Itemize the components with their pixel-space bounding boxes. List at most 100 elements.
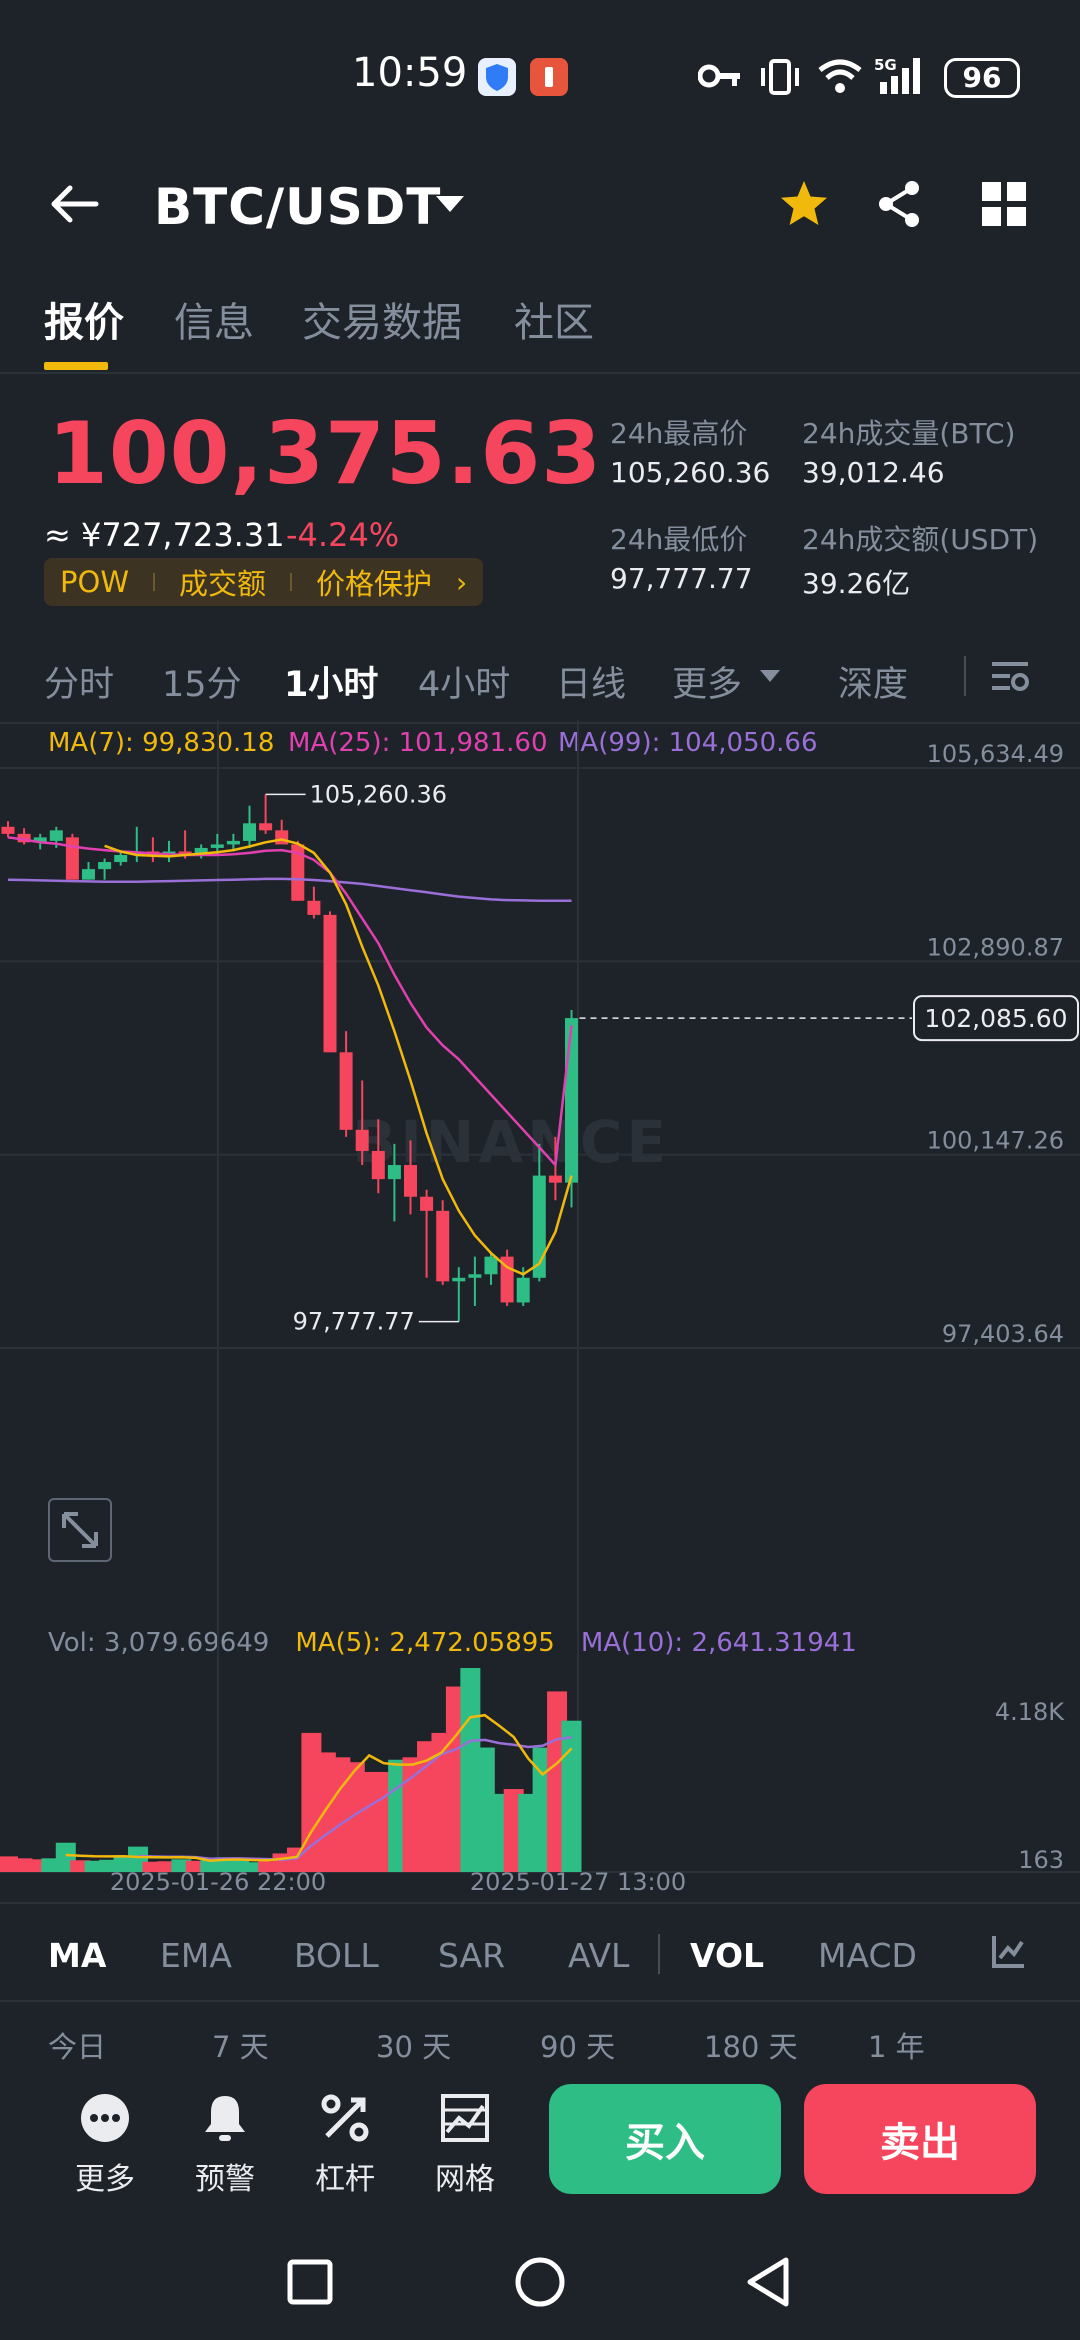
leverage-button[interactable]: 杠杆 bbox=[295, 2092, 395, 2198]
buy-button[interactable]: 买入 bbox=[549, 2084, 781, 2194]
indicator-avl[interactable]: AVL bbox=[568, 1936, 629, 1975]
svg-text:5G: 5G bbox=[874, 56, 897, 74]
volume-usdt-value: 39.26亿 bbox=[802, 567, 911, 600]
tab-info[interactable]: 信息 bbox=[174, 290, 254, 348]
divider bbox=[964, 656, 966, 696]
indicator-macd[interactable]: MACD bbox=[818, 1936, 917, 1975]
candle bbox=[275, 830, 289, 845]
chart-settings-button[interactable] bbox=[990, 656, 1030, 696]
candle bbox=[484, 1256, 498, 1275]
volume-bar bbox=[561, 1720, 582, 1872]
y-axis-label: 100,147.26 bbox=[927, 1127, 1064, 1155]
divider bbox=[658, 1934, 660, 1974]
candle bbox=[210, 844, 224, 848]
bell-icon bbox=[199, 2092, 251, 2144]
chevron-down-icon[interactable] bbox=[760, 670, 780, 682]
volume-btc-value: 39,012.46 bbox=[802, 456, 945, 489]
range-1y[interactable]: 1 年 bbox=[868, 2024, 925, 2066]
share-button[interactable] bbox=[874, 178, 926, 230]
ma99-line bbox=[7, 877, 572, 903]
sell-button[interactable]: 卖出 bbox=[804, 2084, 1036, 2194]
y-axis-label: 105,634.49 bbox=[927, 740, 1064, 768]
interval-15m[interactable]: 15分 bbox=[162, 656, 242, 707]
indicator-ema[interactable]: EMA bbox=[160, 1936, 232, 1975]
status-clock: 10:59 bbox=[352, 50, 468, 96]
candle bbox=[49, 830, 63, 841]
indicator-sar[interactable]: SAR bbox=[438, 1936, 505, 1975]
candle bbox=[243, 823, 256, 841]
layout-grid-button[interactable] bbox=[982, 182, 1026, 226]
shield-icon bbox=[478, 58, 516, 96]
grid-bot-icon bbox=[439, 2092, 491, 2144]
fullscreen-button[interactable] bbox=[48, 1498, 112, 1562]
low-value: 97,777.77 bbox=[610, 562, 753, 595]
candle bbox=[323, 914, 337, 1053]
pair-title[interactable]: BTC/USDT bbox=[154, 178, 441, 236]
leverage-label: 杠杆 bbox=[315, 2162, 375, 2197]
volume-chart[interactable]: 4.18K 163 2025-01-26 22:00 2025-01-27 13:00 bbox=[0, 1620, 1080, 1900]
low-label: 24h最低价 bbox=[610, 523, 748, 556]
depth-tab[interactable]: 深度 bbox=[838, 656, 908, 707]
grid-trading-button[interactable]: 网格 bbox=[415, 2092, 515, 2198]
ma25-line bbox=[7, 836, 573, 1168]
range-30d[interactable]: 30 天 bbox=[376, 2024, 451, 2066]
chart-edit-icon bbox=[992, 1936, 1024, 1968]
high-label: 24h最高价 bbox=[610, 417, 748, 450]
high-marker-label: 105,260.36 bbox=[310, 780, 447, 808]
battery-indicator: 96 bbox=[944, 58, 1020, 98]
candle bbox=[339, 1052, 353, 1130]
divider bbox=[0, 1902, 1080, 1904]
tab-trading-data[interactable]: 交易数据 bbox=[302, 290, 462, 348]
range-180d[interactable]: 180 天 bbox=[704, 2024, 798, 2066]
more-button[interactable]: 更多 bbox=[55, 2092, 155, 2198]
candle bbox=[114, 854, 128, 863]
volume-btc-label: 24h成交量(BTC) bbox=[802, 417, 1016, 450]
candlestick-chart[interactable]: 105,634.49 102,890.87 100,147.26 97,403.64 1… bbox=[0, 720, 1080, 1620]
interval-4h[interactable]: 4小时 bbox=[418, 656, 510, 707]
candle bbox=[548, 1175, 562, 1183]
range-7d[interactable]: 7 天 bbox=[212, 2024, 269, 2066]
alert-button[interactable]: 预警 bbox=[175, 2092, 275, 2198]
volume-y-label: 4.18K bbox=[995, 1698, 1065, 1726]
candle bbox=[307, 900, 321, 915]
interval-more[interactable]: 更多 bbox=[672, 656, 742, 707]
tab-quote[interactable]: 报价 bbox=[44, 290, 124, 348]
triangle-back-icon bbox=[747, 2257, 789, 2307]
range-90d[interactable]: 90 天 bbox=[540, 2024, 615, 2066]
candle bbox=[226, 840, 240, 845]
status-bar: 10:59 5G 96 bbox=[0, 0, 1080, 150]
tag-separator bbox=[290, 573, 293, 591]
chevron-down-icon[interactable] bbox=[436, 196, 464, 212]
indicator-ma[interactable]: MA bbox=[48, 1936, 106, 1975]
divider bbox=[0, 2000, 1080, 2002]
interval-1h[interactable]: 1小时 bbox=[284, 656, 378, 707]
vibrate-icon bbox=[758, 58, 802, 100]
tag-turnover[interactable]: 成交额 bbox=[179, 561, 266, 603]
indicator-vol[interactable]: VOL bbox=[690, 1936, 764, 1975]
interval-1d[interactable]: 日线 bbox=[556, 656, 626, 707]
back-nav-button[interactable] bbox=[740, 2252, 800, 2312]
more-label: 更多 bbox=[75, 2162, 135, 2197]
indicator-boll[interactable]: BOLL bbox=[294, 1936, 379, 1975]
back-button[interactable] bbox=[46, 176, 102, 232]
range-today[interactable]: 今日 bbox=[48, 2024, 106, 2066]
tag-row[interactable]: POW 成交额 价格保护 › bbox=[44, 558, 484, 606]
share-icon bbox=[879, 181, 919, 227]
home-button[interactable] bbox=[510, 2252, 570, 2312]
tag-price-protection[interactable]: 价格保护 bbox=[316, 561, 432, 603]
candle bbox=[259, 823, 273, 831]
candle bbox=[65, 837, 79, 880]
interval-timeline[interactable]: 分时 bbox=[44, 656, 114, 707]
candle bbox=[371, 1150, 385, 1180]
favorite-button[interactable] bbox=[778, 178, 830, 230]
indicator-settings-button[interactable] bbox=[990, 1932, 1028, 1974]
tag-pow[interactable]: POW bbox=[60, 565, 129, 599]
y-axis-label: 97,403.64 bbox=[942, 1320, 1064, 1348]
x-axis-label: 2025-01-26 22:00 bbox=[110, 1868, 326, 1896]
recent-apps-button[interactable] bbox=[280, 2252, 340, 2312]
tab-community[interactable]: 社区 bbox=[514, 290, 594, 348]
candle bbox=[516, 1277, 530, 1303]
candle bbox=[387, 1165, 401, 1180]
expand-icon bbox=[62, 1512, 98, 1548]
candle bbox=[468, 1274, 482, 1278]
